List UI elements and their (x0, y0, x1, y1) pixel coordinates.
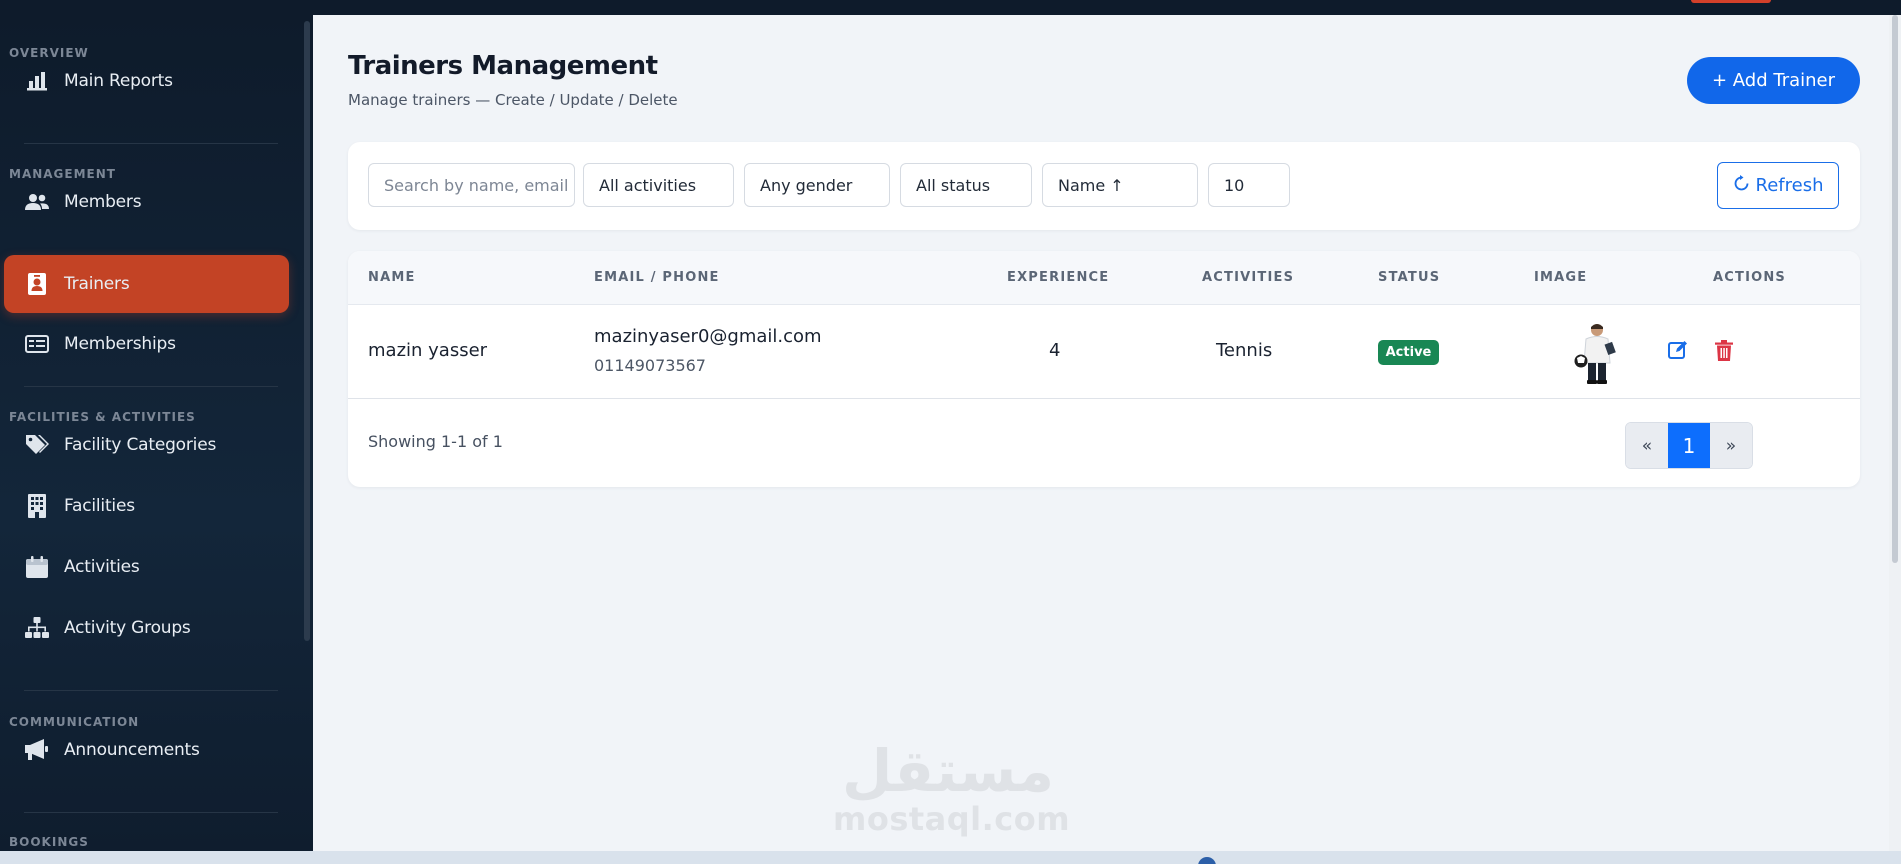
sidebar-scrollbar-thumb[interactable] (304, 21, 310, 641)
top-bar-accent (1691, 0, 1771, 3)
tags-icon (25, 433, 49, 457)
table-footer: Showing 1-1 of 1 « 1 » (348, 399, 1860, 487)
sidebar: OVERVIEW Main Reports MANAGEMENT Members… (0, 15, 313, 851)
table-row: mazin yasser mazinyaser0@gmail.com 01149… (348, 305, 1860, 399)
column-header-actions: ACTIONS (1713, 270, 1787, 285)
page-scrollbar[interactable] (1889, 15, 1901, 851)
page-subtitle: Manage trainers — Create / Update / Dele… (348, 91, 678, 109)
bar-chart-icon (25, 69, 49, 93)
search-input[interactable]: Search by name, email c (368, 163, 575, 207)
column-header-name[interactable]: NAME (368, 270, 416, 285)
refresh-button[interactable]: Refresh (1717, 162, 1839, 209)
sidebar-item-label: Trainers (64, 274, 130, 294)
edit-icon[interactable] (1666, 337, 1690, 363)
next-page-button[interactable]: » (1710, 423, 1752, 468)
sidebar-item-label: Facility Categories (64, 435, 217, 455)
trainer-experience: 4 (1049, 340, 1061, 361)
watermark-arabic-text: مستقل (841, 737, 1055, 805)
pagination-summary: Showing 1-1 of 1 (368, 432, 503, 451)
prev-page-button[interactable]: « (1626, 423, 1668, 468)
sidebar-item-facilities[interactable]: Facilities (4, 477, 289, 535)
main-content: Trainers Management Manage trainers — Cr… (313, 15, 1901, 851)
sidebar-item-activities[interactable]: Activities (4, 538, 289, 596)
sidebar-item-label: Memberships (64, 334, 176, 354)
column-header-image: IMAGE (1534, 270, 1588, 285)
sidebar-scrollbar[interactable] (303, 21, 311, 821)
sitemap-icon (25, 616, 49, 640)
sidebar-item-main-reports[interactable]: Main Reports (4, 52, 289, 110)
sidebar-item-label: Announcements (64, 740, 200, 760)
sidebar-item-label: Members (64, 192, 142, 212)
watermark-latin-text: mostaql.com (833, 800, 1071, 838)
trainer-avatar (1566, 321, 1622, 385)
sidebar-item-trainers[interactable]: Trainers (4, 255, 289, 313)
sidebar-section-bookings: BOOKINGS (9, 835, 89, 849)
id-card-icon (25, 332, 49, 356)
sidebar-item-label: Activities (64, 557, 140, 577)
table-header: NAME EMAIL / PHONE EXPERIENCE ACTIVITIES… (348, 251, 1860, 305)
page-size-select[interactable]: 10 (1208, 163, 1290, 207)
sidebar-item-label: Main Reports (64, 71, 173, 91)
trainer-name: mazin yasser (368, 340, 488, 361)
trainers-table: NAME EMAIL / PHONE EXPERIENCE ACTIVITIES… (348, 251, 1860, 487)
activity-filter-select[interactable]: All activities (583, 163, 734, 207)
top-bar (0, 0, 1901, 15)
pagination: « 1 » (1625, 422, 1753, 469)
sidebar-item-label: Activity Groups (64, 618, 191, 638)
page-title: Trainers Management (348, 51, 658, 81)
trainer-activities: Tennis (1216, 340, 1273, 361)
trainer-email: mazinyaser0@gmail.com (594, 326, 822, 347)
sidebar-item-memberships[interactable]: Memberships (4, 315, 289, 373)
page-button-current[interactable]: 1 (1668, 423, 1710, 468)
add-trainer-button[interactable]: + Add Trainer (1687, 57, 1860, 104)
sidebar-item-label: Facilities (64, 496, 135, 516)
sidebar-item-members[interactable]: Members (4, 173, 289, 231)
sidebar-item-announcements[interactable]: Announcements (4, 721, 289, 779)
megaphone-icon (25, 738, 49, 762)
sort-select[interactable]: Name ↑ (1042, 163, 1198, 207)
sidebar-divider (24, 690, 278, 691)
status-filter-select[interactable]: All status (900, 163, 1032, 207)
column-header-email-phone[interactable]: EMAIL / PHONE (594, 270, 720, 285)
building-icon (25, 494, 49, 518)
filters-bar: Search by name, email c All activities A… (348, 142, 1860, 230)
sidebar-item-facility-categories[interactable]: Facility Categories (4, 416, 289, 474)
sidebar-item-activity-groups[interactable]: Activity Groups (4, 599, 289, 657)
refresh-label: Refresh (1755, 175, 1824, 196)
column-header-activities[interactable]: ACTIVITIES (1202, 270, 1294, 285)
page-scrollbar-thumb[interactable] (1892, 15, 1898, 563)
sidebar-divider (24, 812, 278, 813)
calendar-icon (25, 555, 49, 579)
taskbar-strip (0, 851, 1901, 864)
refresh-icon (1733, 174, 1750, 197)
column-header-status[interactable]: STATUS (1378, 270, 1440, 285)
sidebar-divider (24, 143, 278, 144)
column-header-experience[interactable]: EXPERIENCE (1007, 270, 1109, 285)
taskbar-icon[interactable] (1198, 857, 1216, 864)
trainer-phone: 01149073567 (594, 356, 706, 375)
status-badge: Active (1378, 340, 1439, 365)
users-icon (25, 190, 49, 214)
delete-icon[interactable] (1712, 337, 1736, 363)
id-badge-icon (25, 272, 49, 296)
sidebar-divider (24, 386, 278, 387)
watermark-logo: مستقل mostaql.com (833, 737, 1071, 838)
gender-filter-select[interactable]: Any gender (744, 163, 890, 207)
